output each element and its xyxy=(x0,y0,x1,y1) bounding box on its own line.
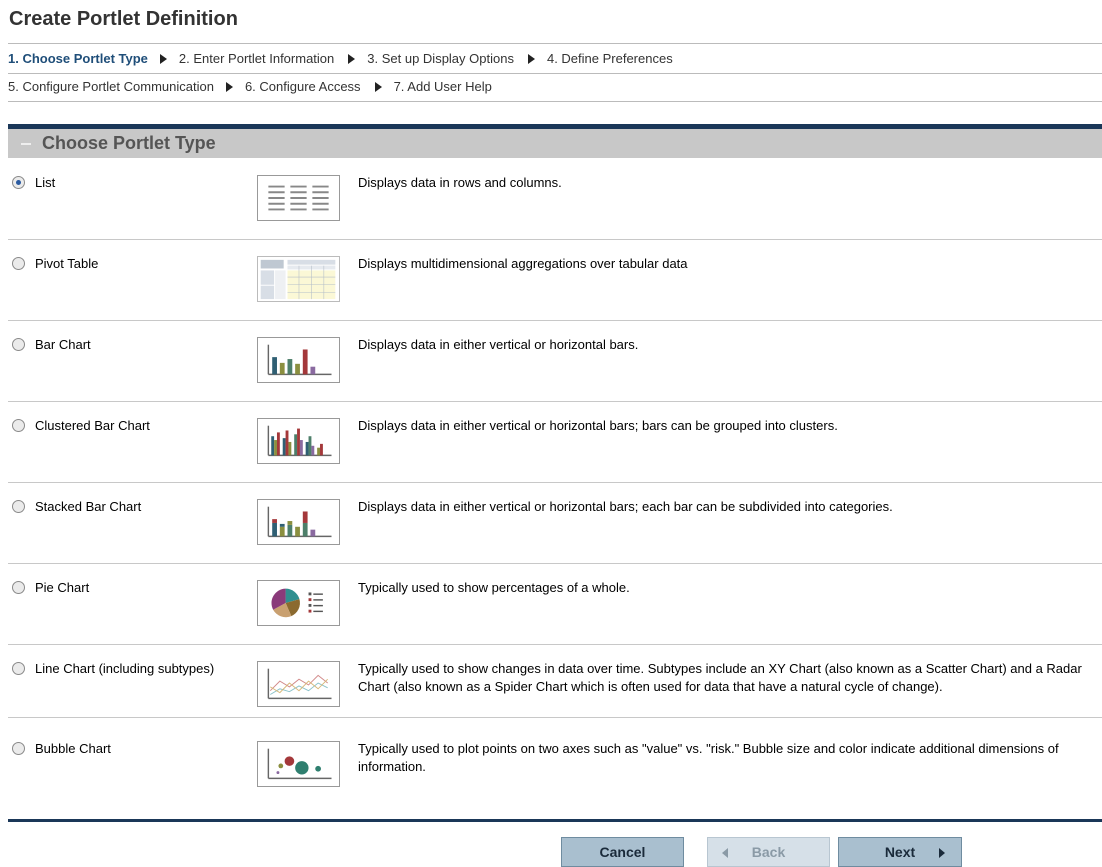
portlet-type-option-bar-chart: Bar Chart Displays data in either vertic… xyxy=(8,327,1102,402)
option-label[interactable]: Stacked Bar Chart xyxy=(35,499,141,514)
page-title: Create Portlet Definition xyxy=(9,8,238,30)
back-button[interactable]: Back xyxy=(707,837,830,867)
radio-bar-chart[interactable] xyxy=(12,338,25,351)
option-label[interactable]: Pivot Table xyxy=(35,256,98,271)
step-configure-portlet-communication[interactable]: 5. Configure Portlet Communication xyxy=(8,79,214,94)
option-label[interactable]: Clustered Bar Chart xyxy=(35,418,150,433)
radio-list[interactable] xyxy=(12,176,25,189)
radio-line-chart[interactable] xyxy=(12,662,25,675)
step-set-up-display-options[interactable]: 3. Set up Display Options xyxy=(367,51,514,66)
portlet-type-option-clustered-bar-chart: Clustered Bar Chart Displays data in eit… xyxy=(8,408,1102,483)
radio-pie-chart[interactable] xyxy=(12,581,25,594)
radio-clustered-bar-chart[interactable] xyxy=(12,419,25,432)
step-define-preferences[interactable]: 4. Define Preferences xyxy=(547,51,673,66)
stacked-bar-chart-icon xyxy=(257,499,340,545)
clustered-bar-chart-icon xyxy=(257,418,340,464)
section-title: Choose Portlet Type xyxy=(42,133,216,153)
back-button-label: Back xyxy=(751,844,786,860)
option-label[interactable]: List xyxy=(35,175,55,190)
cancel-button[interactable]: Cancel xyxy=(561,837,684,867)
option-description: Displays data in either vertical or hori… xyxy=(358,337,639,352)
back-arrow-icon xyxy=(722,848,728,858)
option-description: Displays multidimensional aggregations o… xyxy=(358,256,688,271)
step-arrow-icon xyxy=(374,81,382,92)
option-label[interactable]: Line Chart (including subtypes) xyxy=(35,661,214,676)
option-label[interactable]: Bubble Chart xyxy=(35,741,111,756)
step-add-user-help[interactable]: 7. Add User Help xyxy=(394,79,492,94)
portlet-type-option-stacked-bar-chart: Stacked Bar Chart Displays data in eithe… xyxy=(8,489,1102,564)
portlet-type-option-pie-chart: Pie Chart Typically used to show percent… xyxy=(8,570,1102,645)
wizard-steps-row-2: 5. Configure Portlet Communication 6. Co… xyxy=(8,72,1102,102)
option-description: Typically used to show percentages of a … xyxy=(358,580,630,595)
step-configure-access[interactable]: 6. Configure Access xyxy=(245,79,361,94)
pivot-table-icon xyxy=(257,256,340,302)
portlet-type-option-bubble-chart: Bubble Chart Typically used to plot poin… xyxy=(8,731,1102,799)
collapse-icon[interactable] xyxy=(21,142,31,145)
bubble-chart-icon xyxy=(257,741,340,787)
option-description: Typically used to show changes in data o… xyxy=(358,661,1082,694)
next-arrow-icon xyxy=(939,848,945,858)
pie-chart-icon xyxy=(257,580,340,626)
step-arrow-icon xyxy=(348,53,356,64)
radio-pivot-table[interactable] xyxy=(12,257,25,270)
radio-stacked-bar-chart[interactable] xyxy=(12,500,25,513)
radio-bubble-chart[interactable] xyxy=(12,742,25,755)
bar-chart-icon xyxy=(257,337,340,383)
next-button-label: Next xyxy=(884,844,916,860)
section-header: Choose Portlet Type xyxy=(8,129,1102,158)
step-choose-portlet-type[interactable]: 1. Choose Portlet Type xyxy=(8,51,148,66)
portlet-type-option-pivot-table: Pivot Table Displays multidimensional ag… xyxy=(8,246,1102,321)
option-description: Displays data in either vertical or hori… xyxy=(358,499,893,514)
option-description: Typically used to plot points on two axe… xyxy=(358,741,1059,774)
option-description: Displays data in rows and columns. xyxy=(358,175,562,190)
option-label[interactable]: Pie Chart xyxy=(35,580,89,595)
step-arrow-icon xyxy=(225,81,233,92)
step-arrow-icon xyxy=(159,53,167,64)
bottom-divider xyxy=(8,819,1102,822)
line-chart-icon xyxy=(257,661,340,707)
next-button[interactable]: Next xyxy=(838,837,962,867)
cancel-button-label: Cancel xyxy=(599,844,646,860)
portlet-type-option-list: List Displays data in rows and columns. xyxy=(8,165,1102,240)
option-description: Displays data in either vertical or hori… xyxy=(358,418,838,433)
step-enter-portlet-information[interactable]: 2. Enter Portlet Information xyxy=(179,51,334,66)
list-icon xyxy=(257,175,340,221)
wizard-steps-row-1: 1. Choose Portlet Type 2. Enter Portlet … xyxy=(8,43,1102,74)
step-arrow-icon xyxy=(527,53,535,64)
portlet-type-option-line-chart: Line Chart (including subtypes) Typicall… xyxy=(8,651,1102,718)
option-label[interactable]: Bar Chart xyxy=(35,337,91,352)
